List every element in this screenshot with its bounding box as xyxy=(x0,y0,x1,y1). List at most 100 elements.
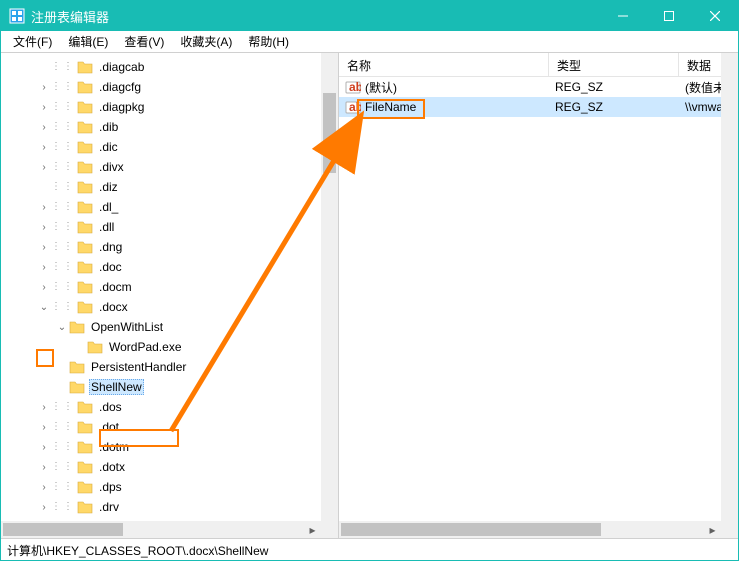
values-vscrollbar[interactable] xyxy=(721,53,738,521)
folder-icon xyxy=(77,480,93,494)
chevron-right-icon[interactable]: › xyxy=(37,462,51,473)
folder-icon xyxy=(69,320,85,334)
tree-guide-icon: ⋮⋮ xyxy=(51,162,75,172)
tree-hscrollbar[interactable]: ◂ ▸ xyxy=(1,521,321,538)
tree-node[interactable]: ›⋮⋮.dic xyxy=(1,137,338,157)
tree-node[interactable]: ›WordPad.exe xyxy=(1,337,338,357)
chevron-right-icon[interactable]: › xyxy=(37,442,51,453)
tree-node[interactable]: ›⋮⋮.dot xyxy=(1,417,338,437)
chevron-right-icon[interactable]: › xyxy=(37,402,51,413)
tree-node[interactable]: ⌄OpenWithList xyxy=(1,317,338,337)
folder-icon xyxy=(77,420,93,434)
menu-view[interactable]: 查看(V) xyxy=(116,31,172,52)
tree-node[interactable]: ⌄⋮⋮.docx xyxy=(1,297,338,317)
scroll-corner xyxy=(721,521,738,538)
column-type[interactable]: 类型 xyxy=(549,53,679,76)
folder-icon xyxy=(77,300,93,314)
chevron-down-icon[interactable]: ⌄ xyxy=(37,302,51,313)
tree-node-label: .diagcfg xyxy=(97,79,143,95)
menu-favorites[interactable]: 收藏夹(A) xyxy=(172,31,240,52)
chevron-right-icon[interactable]: › xyxy=(37,122,51,133)
tree-node[interactable]: ›⋮⋮.dib xyxy=(1,117,338,137)
tree-node[interactable]: ›⋮⋮.dll xyxy=(1,217,338,237)
regedit-app-icon xyxy=(9,8,25,24)
tree-node[interactable]: ›⋮⋮.drv xyxy=(1,497,338,517)
tree-node-label: .dot xyxy=(97,419,121,435)
values-hscroll-thumb[interactable] xyxy=(341,523,601,536)
minimize-button[interactable] xyxy=(600,1,646,31)
menu-edit[interactable]: 编辑(E) xyxy=(60,31,116,52)
chevron-right-icon[interactable]: › xyxy=(37,282,51,293)
tree-node[interactable]: ›⋮⋮.diz xyxy=(1,177,338,197)
menu-help[interactable]: 帮助(H) xyxy=(240,31,297,52)
tree-node[interactable]: ›⋮⋮.dos xyxy=(1,397,338,417)
values-hscrollbar[interactable]: ◂ ▸ xyxy=(339,521,721,538)
tree-node-label: .diagcab xyxy=(97,59,146,75)
tree-node-label: .diz xyxy=(97,179,120,195)
tree-node[interactable]: ›⋮⋮.diagcab xyxy=(1,57,338,77)
tree-guide-icon: ⋮⋮ xyxy=(51,222,75,232)
tree-node[interactable]: ›⋮⋮.doc xyxy=(1,257,338,277)
maximize-button[interactable] xyxy=(646,1,692,31)
value-type: REG_SZ xyxy=(549,80,679,94)
chevron-right-icon[interactable]: › xyxy=(37,142,51,153)
column-name[interactable]: 名称 xyxy=(339,53,549,76)
tree-guide-icon: ⋮⋮ xyxy=(51,182,75,192)
tree-guide-icon: ⋮⋮ xyxy=(51,502,75,512)
chevron-right-icon[interactable]: › xyxy=(37,102,51,113)
tree-node-label: .dos xyxy=(97,399,124,415)
tree-node-label: ShellNew xyxy=(89,379,144,395)
chevron-right-icon[interactable]: › xyxy=(37,82,51,93)
tree-vscrollbar[interactable] xyxy=(321,53,338,521)
value-type: REG_SZ xyxy=(549,100,679,114)
tree-node-label: .dib xyxy=(97,119,120,135)
tree-node[interactable]: ›⋮⋮.dng xyxy=(1,237,338,257)
tree-node[interactable]: ›⋮⋮.docm xyxy=(1,277,338,297)
folder-icon xyxy=(77,60,93,74)
value-name: (默认) xyxy=(365,79,397,96)
tree-node[interactable]: ›⋮⋮.dotm xyxy=(1,437,338,457)
tree-guide-icon: ⋮⋮ xyxy=(51,482,75,492)
value-row[interactable]: abFileNameREG_SZ\\vmware xyxy=(339,97,738,117)
column-headers: 名称 类型 数据 xyxy=(339,53,738,77)
tree-node[interactable]: ›⋮⋮.dl_ xyxy=(1,197,338,217)
folder-icon xyxy=(77,200,93,214)
chevron-down-icon[interactable]: ⌄ xyxy=(55,322,69,333)
chevron-right-icon[interactable]: › xyxy=(37,222,51,233)
tree-node-label: .divx xyxy=(97,159,126,175)
tree-node[interactable]: ›PersistentHandler xyxy=(1,357,338,377)
menu-file[interactable]: 文件(F) xyxy=(5,31,60,52)
tree-guide-icon: ⋮⋮ xyxy=(51,202,75,212)
close-button[interactable] xyxy=(692,1,738,31)
chevron-right-icon[interactable]: › xyxy=(37,262,51,273)
chevron-right-icon[interactable]: › xyxy=(37,162,51,173)
chevron-right-icon[interactable]: › xyxy=(37,202,51,213)
scroll-right-icon[interactable]: ▸ xyxy=(704,521,721,538)
scroll-right-icon[interactable]: ▸ xyxy=(304,521,321,538)
string-value-icon: ab xyxy=(345,79,361,95)
tree-node-label: .dotm xyxy=(97,439,131,455)
tree-node-label: PersistentHandler xyxy=(89,359,188,375)
tree-hscroll-thumb[interactable] xyxy=(3,523,123,536)
tree-node[interactable]: ›⋮⋮.dotx xyxy=(1,457,338,477)
tree-guide-icon: ⋮⋮ xyxy=(51,142,75,152)
chevron-right-icon[interactable]: › xyxy=(37,422,51,433)
tree-node[interactable]: ›ShellNew xyxy=(1,377,338,397)
chevron-right-icon[interactable]: › xyxy=(37,502,51,513)
scroll-corner xyxy=(321,521,338,538)
tree-guide-icon: ⋮⋮ xyxy=(51,282,75,292)
folder-icon xyxy=(69,380,85,394)
tree-node[interactable]: ›⋮⋮.diagcfg xyxy=(1,77,338,97)
tree-node-label: .dng xyxy=(97,239,124,255)
tree-node[interactable]: ›⋮⋮ .divx xyxy=(1,157,338,177)
tree-vscroll-thumb[interactable] xyxy=(323,93,336,173)
tree-node[interactable]: ›⋮⋮.dps xyxy=(1,477,338,497)
tree-node-label: .docx xyxy=(97,299,130,315)
tree-node[interactable]: ›⋮⋮.diagpkg xyxy=(1,97,338,117)
chevron-right-icon[interactable]: › xyxy=(37,482,51,493)
tree-guide-icon: ⋮⋮ xyxy=(51,462,75,472)
value-pane: 名称 类型 数据 ab(默认)REG_SZ(数值未设abFileNameREG_… xyxy=(339,53,738,538)
value-row[interactable]: ab(默认)REG_SZ(数值未设 xyxy=(339,77,738,97)
chevron-right-icon[interactable]: › xyxy=(37,242,51,253)
titlebar: 注册表编辑器 xyxy=(1,1,738,31)
